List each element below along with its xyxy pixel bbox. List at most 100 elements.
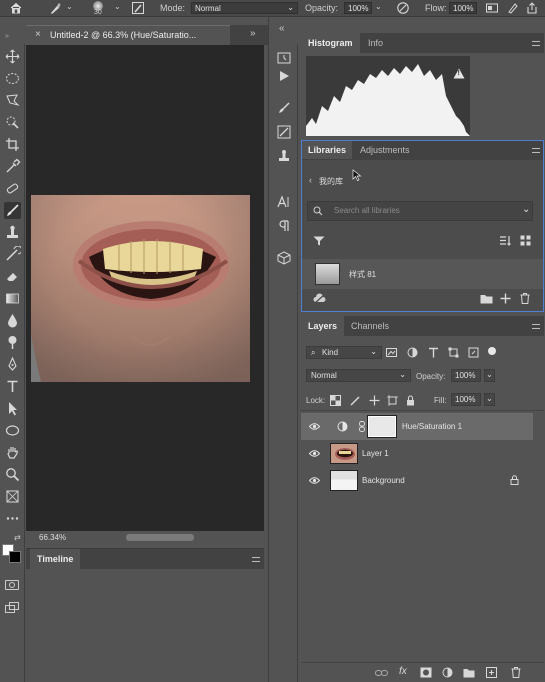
sort-icon[interactable]: [499, 235, 511, 246]
artboard-icon[interactable]: [4, 488, 21, 505]
lock-pixels-icon[interactable]: [350, 395, 361, 406]
tab-layers[interactable]: Layers: [301, 316, 345, 336]
brush-preset-icon[interactable]: [48, 1, 62, 15]
filter-smart-object-icon[interactable]: [468, 347, 479, 358]
toolbar-grip[interactable]: »: [5, 33, 10, 40]
filter-icon[interactable]: [313, 236, 325, 246]
hand-icon[interactable]: [4, 444, 21, 461]
tab-adjustments[interactable]: Adjustments: [354, 141, 416, 159]
layer-opacity-field[interactable]: 100%: [451, 369, 481, 382]
opacity-chevron-icon[interactable]: ⌄: [375, 2, 382, 11]
smoothing-icon[interactable]: [506, 1, 520, 15]
histogram-menu-icon[interactable]: [532, 41, 540, 46]
iconcol-collapse-icon[interactable]: «: [279, 23, 285, 34]
brush-settings-panel-icon[interactable]: [276, 124, 292, 140]
add-element-icon[interactable]: [500, 293, 511, 304]
screen-mode-icon[interactable]: [5, 602, 19, 613]
layer-row-hue-saturation[interactable]: Hue/Saturation 1: [301, 413, 533, 440]
filter-type-icon[interactable]: [428, 347, 439, 358]
fx-icon[interactable]: fx: [399, 666, 407, 677]
brush-icon[interactable]: [4, 202, 21, 219]
stamp-icon[interactable]: [4, 224, 21, 241]
layer-row-background[interactable]: Background: [301, 467, 533, 494]
tab-libraries[interactable]: Libraries: [302, 141, 353, 159]
layer-name[interactable]: Hue/Saturation 1: [402, 422, 462, 431]
tab-timeline[interactable]: Timeline: [30, 549, 81, 569]
layers-menu-icon[interactable]: [532, 324, 540, 329]
new-adjustment-icon[interactable]: [442, 667, 453, 678]
libraries-menu-icon[interactable]: [532, 148, 540, 153]
pen-icon[interactable]: [4, 356, 21, 373]
size-chevron-icon[interactable]: ⌄: [114, 2, 121, 11]
cloud-sync-icon[interactable]: [313, 293, 326, 305]
brush-settings-icon[interactable]: [131, 1, 145, 15]
close-tab-icon[interactable]: ×: [35, 29, 41, 40]
layer-thumbnail[interactable]: [330, 470, 358, 491]
filter-adjustment-icon[interactable]: [407, 347, 418, 358]
timeline-menu-icon[interactable]: [252, 557, 260, 562]
visibility-eye-icon[interactable]: [309, 421, 320, 432]
preset-chevron-icon[interactable]: ⌄: [66, 2, 73, 11]
swap-colors-icon[interactable]: ⇄: [14, 533, 21, 542]
zoom-level[interactable]: 66.34%: [39, 533, 66, 542]
flow-field[interactable]: 100%: [449, 2, 477, 14]
marquee-icon[interactable]: [4, 70, 21, 87]
blend-mode-select[interactable]: Normal ⌄: [306, 369, 411, 382]
opacity-field[interactable]: 100%: [344, 2, 372, 14]
quick-mask-icon[interactable]: [5, 580, 19, 590]
eraser-icon[interactable]: [4, 268, 21, 285]
histogram-warning-icon[interactable]: !: [453, 68, 465, 79]
layer-opacity-chevron-icon[interactable]: ⌄: [484, 369, 495, 382]
add-mask-icon[interactable]: [420, 667, 432, 678]
gradient-icon[interactable]: [4, 290, 21, 307]
pressure-opacity-icon[interactable]: [396, 1, 410, 15]
library-breadcrumb[interactable]: 我的库: [319, 176, 343, 187]
clone-source-panel-icon[interactable]: [276, 148, 292, 164]
3d-panel-icon[interactable]: [276, 250, 292, 266]
mode-select[interactable]: Normal ⌄: [191, 2, 298, 14]
filter-toggle-icon[interactable]: [488, 347, 496, 355]
healing-icon[interactable]: [4, 180, 21, 197]
delete-layer-icon[interactable]: [511, 667, 521, 678]
new-folder-icon[interactable]: [480, 294, 493, 304]
layer-mask-thumbnail[interactable]: [367, 415, 397, 438]
more-tools-icon[interactable]: [4, 510, 21, 527]
lock-artboard-icon[interactable]: [387, 395, 398, 406]
actions-panel-icon[interactable]: [276, 68, 292, 84]
layer-lock-icon[interactable]: [510, 475, 519, 485]
history-brush-icon[interactable]: [4, 246, 21, 263]
back-chevron-icon[interactable]: ‹: [309, 175, 312, 185]
path-select-icon[interactable]: [4, 400, 21, 417]
background-color-swatch[interactable]: [9, 551, 21, 563]
new-group-icon[interactable]: [463, 668, 475, 678]
visibility-eye-icon[interactable]: [309, 448, 320, 459]
library-dropdown-chevron-icon[interactable]: ⌄: [522, 204, 530, 215]
brushes-panel-icon[interactable]: [276, 100, 292, 116]
crop-icon[interactable]: [4, 136, 21, 153]
move-icon[interactable]: [4, 48, 21, 65]
visibility-eye-icon[interactable]: [309, 475, 320, 486]
document-tab[interactable]: × Untitled-2 @ 66.3% (Hue/Saturatio...: [26, 25, 230, 45]
layer-thumbnail[interactable]: [330, 443, 358, 464]
tab-channels[interactable]: Channels: [344, 316, 396, 336]
layer-name[interactable]: Layer 1: [362, 449, 389, 458]
fill-field[interactable]: 100%: [451, 393, 481, 406]
tabs-overflow-icon[interactable]: »: [250, 28, 256, 39]
type-icon[interactable]: [4, 378, 21, 395]
library-trash-icon[interactable]: [520, 293, 530, 304]
zoom-icon[interactable]: [4, 466, 21, 483]
dodge-icon[interactable]: [4, 334, 21, 351]
lasso-icon[interactable]: [4, 92, 21, 109]
airbrush-icon[interactable]: [485, 1, 499, 15]
new-layer-icon[interactable]: [486, 667, 497, 678]
layer-filter-kind[interactable]: ⌕ Kind ⌄: [306, 346, 382, 359]
lock-position-icon[interactable]: [369, 395, 380, 406]
share-icon[interactable]: [525, 1, 539, 15]
character-panel-icon[interactable]: [276, 194, 292, 210]
eyedropper-icon[interactable]: [4, 158, 21, 175]
layer-name[interactable]: Background: [362, 476, 405, 485]
filter-shape-icon[interactable]: [448, 347, 459, 358]
blur-icon[interactable]: [4, 312, 21, 329]
layer-row-layer-1[interactable]: Layer 1: [301, 440, 533, 467]
grid-view-icon[interactable]: [520, 235, 531, 246]
